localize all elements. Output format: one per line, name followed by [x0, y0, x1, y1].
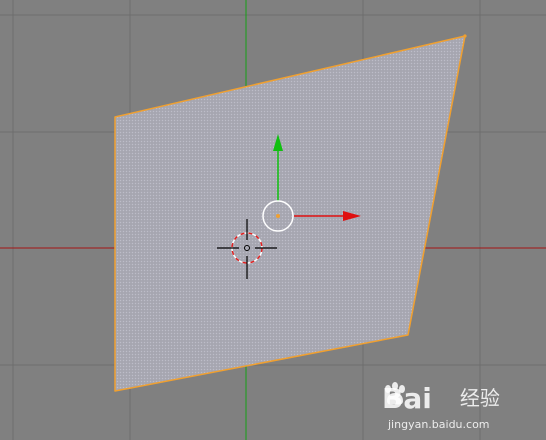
- selected-plane-mesh[interactable]: [114, 35, 466, 392]
- mesh-vertex[interactable]: [463, 34, 467, 38]
- viewport-canvas[interactable]: [0, 0, 546, 440]
- 3d-viewport[interactable]: Bai 经验 jingyan.baidu.com: [0, 0, 546, 440]
- object-origin-icon[interactable]: [276, 214, 280, 218]
